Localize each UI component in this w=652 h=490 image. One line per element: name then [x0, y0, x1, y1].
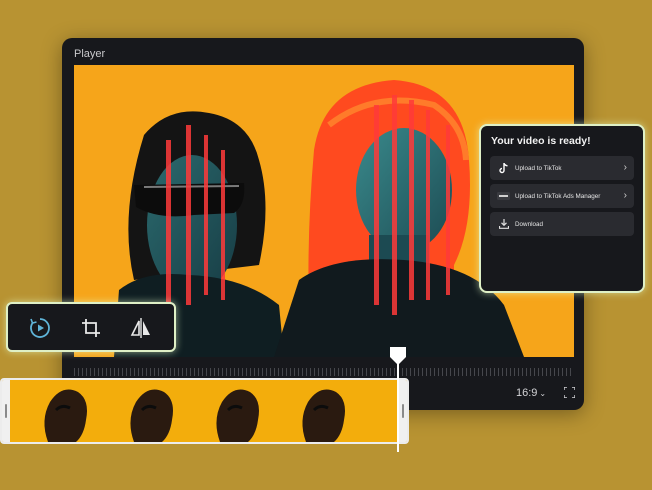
export-panel: Your video is ready! Upload to TikTok › … [479, 124, 645, 293]
upload-tiktok-ads-label: Upload to TikTok Ads Manager [515, 192, 601, 200]
trim-handle-right[interactable] [399, 380, 407, 442]
upload-tiktok-button[interactable]: Upload to TikTok › [490, 156, 634, 180]
frame-thumbnail [186, 380, 274, 442]
tiktok-ads-icon [497, 190, 510, 203]
upload-tiktok-ads-button[interactable]: Upload to TikTok Ads Manager › [490, 184, 634, 208]
download-icon [497, 218, 510, 231]
chevron-right-icon: › [623, 190, 627, 201]
fullscreen-icon[interactable] [564, 387, 575, 398]
frame-thumbnail [10, 380, 98, 442]
aspect-ratio-label: 16:9 [516, 387, 538, 399]
download-button[interactable]: Download [490, 212, 634, 236]
flip-icon[interactable] [129, 316, 153, 340]
edit-tools-panel [6, 302, 176, 352]
filmstrip-timeline[interactable] [0, 378, 409, 444]
play-circle-icon[interactable] [28, 316, 52, 340]
frame-thumbnail [98, 380, 186, 442]
upload-tiktok-label: Upload to TikTok [515, 164, 562, 172]
download-label: Download [515, 220, 544, 228]
frame-thumbnails [10, 380, 400, 442]
trim-handle-left[interactable] [2, 380, 10, 442]
playhead-line [397, 360, 399, 452]
chevron-down-icon: ⌄ [539, 389, 547, 398]
tiktok-icon [497, 162, 510, 175]
timeline-ruler[interactable] [74, 368, 574, 376]
player-title: Player [74, 48, 106, 60]
chevron-right-icon: › [623, 162, 627, 173]
playhead-handle[interactable] [390, 347, 406, 365]
crop-icon[interactable] [79, 316, 103, 340]
aspect-ratio-select[interactable]: 16:9 ⌄ [516, 387, 546, 399]
frame-thumbnail [274, 380, 362, 442]
export-title: Your video is ready! [491, 135, 591, 147]
